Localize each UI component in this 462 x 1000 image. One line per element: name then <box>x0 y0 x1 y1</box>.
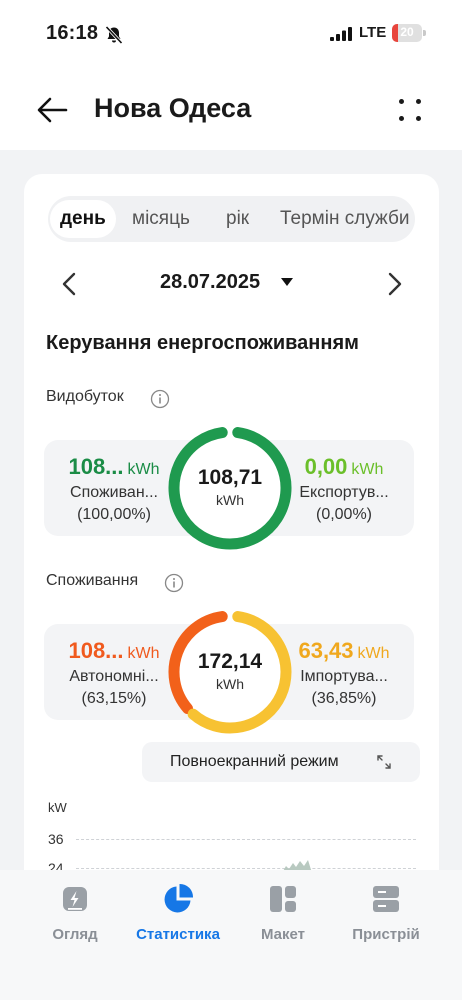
consumption-imported: 63,43 kWh Імпортува... (36,85%) <box>280 638 408 708</box>
stat-name: Споживан... <box>70 484 158 501</box>
stat-percent: (63,15%) <box>81 690 147 707</box>
info-icon[interactable] <box>164 573 184 593</box>
nav-layout[interactable]: Макет <box>228 882 338 943</box>
consumption-ring: 172,14 kWh <box>168 610 292 734</box>
fullscreen-label: Повноекранний режим <box>170 753 339 770</box>
pie-chart-icon <box>164 883 194 913</box>
section-title: Керування енергоспоживанням <box>46 332 359 354</box>
date-value[interactable]: 28.07.2025 <box>160 271 260 294</box>
production-label-row: Видобуток <box>46 388 170 412</box>
status-bar: 16:18 LTE 20 <box>0 18 462 52</box>
stat-unit: kWh <box>127 461 160 478</box>
chevron-right-icon[interactable] <box>378 268 410 300</box>
tab-lifetime[interactable]: Термін служби <box>280 200 409 238</box>
back-arrow-icon[interactable] <box>34 92 70 128</box>
nav-label: Статистика <box>136 926 220 943</box>
production-exported: 0,00 kWh Експортув... (0,00%) <box>280 454 408 524</box>
stat-name: Автономні... <box>69 668 159 685</box>
tab-month[interactable]: місяць <box>132 200 190 238</box>
production-label: Видобуток <box>46 388 124 405</box>
layout-icon <box>270 886 296 912</box>
chart-tick: 36 <box>48 831 64 847</box>
consumption-autonomous: 108... kWh Автономні... (63,15%) <box>50 638 178 708</box>
stat-value: 108... <box>68 454 124 479</box>
stat-unit: kWh <box>351 461 384 478</box>
stat-percent: (100,00%) <box>77 506 151 523</box>
chevron-left-icon[interactable] <box>54 268 86 300</box>
production-total-unit: kWh <box>216 492 244 508</box>
stat-value: 0,00 <box>304 454 348 479</box>
stat-percent: (0,00%) <box>315 506 373 523</box>
stat-unit: kWh <box>127 645 160 662</box>
production-self-consumed: 108... kWh Споживан... (100,00%) <box>50 454 178 524</box>
nav-overview[interactable]: Огляд <box>20 882 130 943</box>
nav-label: Огляд <box>52 926 98 943</box>
date-selector: 28.07.2025 <box>24 264 439 304</box>
consumption-total: 172,14 <box>197 650 263 673</box>
statistics-card: день місяць рік Термін служби 28.07.2025… <box>24 174 439 894</box>
tab-year[interactable]: рік <box>226 200 249 238</box>
top-area: 16:18 LTE 20 Нова Одеса <box>0 0 462 150</box>
production-ring: 108,71 kWh <box>168 426 292 550</box>
overview-icon <box>63 887 87 911</box>
more-options-icon[interactable] <box>396 96 424 124</box>
page-title: Нова Одеса <box>94 93 252 123</box>
stat-percent: (36,85%) <box>311 690 377 707</box>
battery-level: 20 <box>400 25 414 39</box>
stat-value: 108... <box>68 638 124 663</box>
chart-gridline <box>76 839 416 840</box>
app-screen: 16:18 LTE 20 Нова Одеса день місяць рік … <box>0 0 462 1000</box>
stat-name: Імпортува... <box>300 668 388 685</box>
nav-label: Пристрій <box>352 926 420 943</box>
cell-signal-icon <box>330 27 352 41</box>
info-icon[interactable] <box>150 389 170 409</box>
consumption-label-row: Споживання <box>46 572 184 596</box>
stat-value: 63,43 <box>298 638 354 663</box>
stat-name: Експортув... <box>299 484 389 501</box>
tab-day[interactable]: день <box>50 200 116 238</box>
consumption-total-unit: kWh <box>216 676 244 692</box>
chart-gridline <box>76 868 416 869</box>
bottom-navigation: Огляд Статистика Макет Пристрій <box>0 870 462 1000</box>
page-header: Нова Одеса <box>0 80 462 140</box>
period-tabs: день місяць рік Термін служби <box>48 196 415 242</box>
fullscreen-button[interactable]: Повноекранний режим <box>142 742 420 782</box>
bell-off-icon <box>105 25 123 45</box>
consumption-label: Споживання <box>46 572 139 589</box>
nav-statistics[interactable]: Статистика <box>123 882 233 943</box>
expand-icon <box>377 755 391 769</box>
battery-icon: 20 <box>392 24 426 42</box>
network-type: LTE <box>359 24 387 41</box>
nav-label: Макет <box>260 926 306 943</box>
stat-unit: kWh <box>357 645 390 662</box>
device-icon <box>373 886 399 912</box>
nav-device[interactable]: Пристрій <box>331 882 441 943</box>
production-total: 108,71 <box>197 466 263 489</box>
status-time: 16:18 <box>46 22 99 44</box>
caret-down-icon[interactable] <box>281 278 293 286</box>
chart-unit-label: kW <box>48 800 67 815</box>
